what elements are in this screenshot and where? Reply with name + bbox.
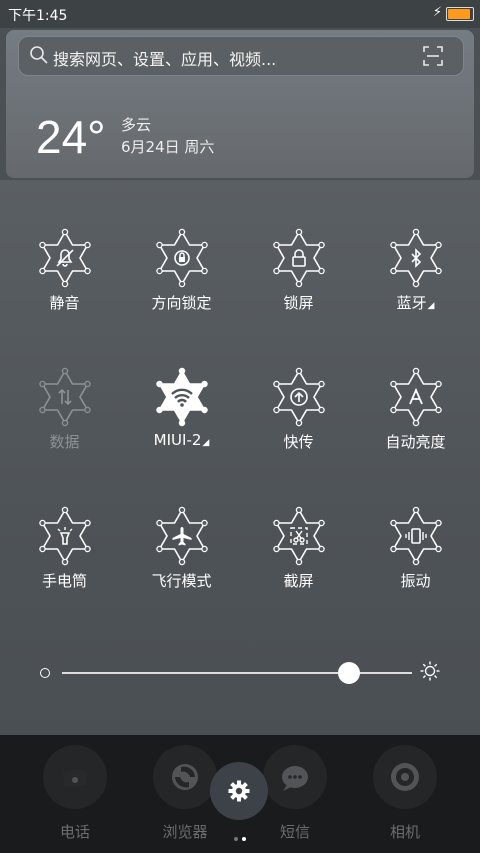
settings-fab[interactable] [210, 762, 268, 820]
toggle-label: 锁屏 [283, 294, 314, 312]
toggle-lock[interactable]: 锁屏 [240, 228, 357, 328]
phone-icon [63, 769, 87, 786]
toggle-label: 手电筒 [41, 572, 87, 590]
toggle-silent[interactable]: 静音 [6, 228, 123, 328]
status-bar: 下午1:45 ⚡ [0, 0, 480, 28]
dock-app-label: 电话 [59, 823, 90, 841]
toggle-screenshot[interactable]: 截屏 [240, 506, 357, 606]
expand-triangle-icon: ◢ [202, 438, 210, 448]
brightness-low-icon [40, 668, 50, 678]
page-dot [242, 837, 246, 841]
scan-icon[interactable] [423, 46, 443, 66]
toggle-label: 飞行模式 [151, 572, 212, 590]
toggle-label: 快传 [283, 433, 314, 451]
toggle-label: MIUI-2 [153, 431, 202, 449]
toggle-rotation-lock[interactable]: 方向锁定 [123, 228, 240, 328]
gear-icon [228, 780, 250, 802]
page-indicator [232, 826, 248, 845]
toggle-bluetooth[interactable]: 蓝牙◢ [357, 228, 474, 328]
brightness-high-icon [420, 661, 440, 681]
weather-condition: 多云 [121, 116, 152, 134]
battery-level [448, 9, 470, 19]
messages-icon [282, 766, 308, 791]
toggle-vibrate[interactable]: 振动 [357, 506, 474, 606]
rotation-lock-icon [155, 228, 208, 288]
vibrate-icon [389, 506, 442, 566]
search-input[interactable]: 搜索网页、设置、应用、视频... [53, 46, 276, 70]
toggle-airplane[interactable]: 飞行模式 [123, 506, 240, 606]
browser-icon [172, 764, 198, 790]
expand-triangle-icon: ◢ [427, 301, 435, 311]
dock-app-phone[interactable]: 电话 [35, 745, 115, 842]
screenshot-icon [272, 506, 325, 566]
search-icon [30, 46, 48, 64]
toggle-auto-brightness[interactable]: 自动亮度 [357, 367, 474, 467]
bolt-icon: ⚡ [432, 5, 442, 20]
camera-icon [391, 763, 419, 791]
dock-app-label: 相机 [389, 823, 420, 841]
toggle-label: 蓝牙 [396, 294, 427, 312]
status-time: 下午1:45 [8, 8, 68, 24]
mobile-data-icon [38, 367, 91, 427]
app-icon-circle [43, 745, 107, 809]
quick-settings-panel: 静音 方向锁定 锁屏 蓝牙◢ 数据 MIUI-2◢ 快传 自动亮度 手电筒 飞行… [0, 180, 480, 735]
silent-icon [38, 228, 91, 288]
slider-knob[interactable] [338, 662, 360, 684]
app-icon-circle [373, 745, 437, 809]
search-bar[interactable]: 搜索网页、设置、应用、视频... [18, 36, 464, 76]
bluetooth-icon [389, 228, 442, 288]
weather-date: 6月24日 周六 [121, 138, 215, 156]
brightness-slider[interactable] [30, 658, 450, 688]
lock-icon [272, 228, 325, 288]
toggle-label: 方向锁定 [151, 294, 212, 312]
toggle-label: 静音 [49, 294, 80, 312]
toggle-mobile-data[interactable]: 数据 [6, 367, 123, 467]
toggle-flashlight[interactable]: 手电筒 [6, 506, 123, 606]
toggle-label: 截屏 [283, 572, 314, 590]
share-upload-icon [272, 367, 325, 427]
toggle-share-upload[interactable]: 快传 [240, 367, 357, 467]
toggle-label: 自动亮度 [385, 433, 446, 451]
toggle-label: 振动 [400, 572, 431, 590]
top-card: 搜索网页、设置、应用、视频... 24° 多云 6月24日 周六 [6, 30, 474, 178]
wifi-icon [155, 367, 208, 427]
dock-app-camera[interactable]: 相机 [365, 745, 445, 842]
temperature[interactable]: 24° [36, 110, 106, 164]
app-icon-circle [153, 745, 217, 809]
toggle-label: 数据 [49, 433, 80, 451]
airplane-icon [155, 506, 208, 566]
battery-icon [446, 7, 474, 21]
dock-app-label: 短信 [279, 823, 310, 841]
auto-brightness-icon [389, 367, 442, 427]
page-dot [234, 837, 238, 841]
flashlight-icon [38, 506, 91, 566]
toggle-wifi[interactable]: MIUI-2◢ [123, 367, 240, 467]
app-icon-circle [263, 745, 327, 809]
dock-app-label: 浏览器 [162, 823, 208, 841]
